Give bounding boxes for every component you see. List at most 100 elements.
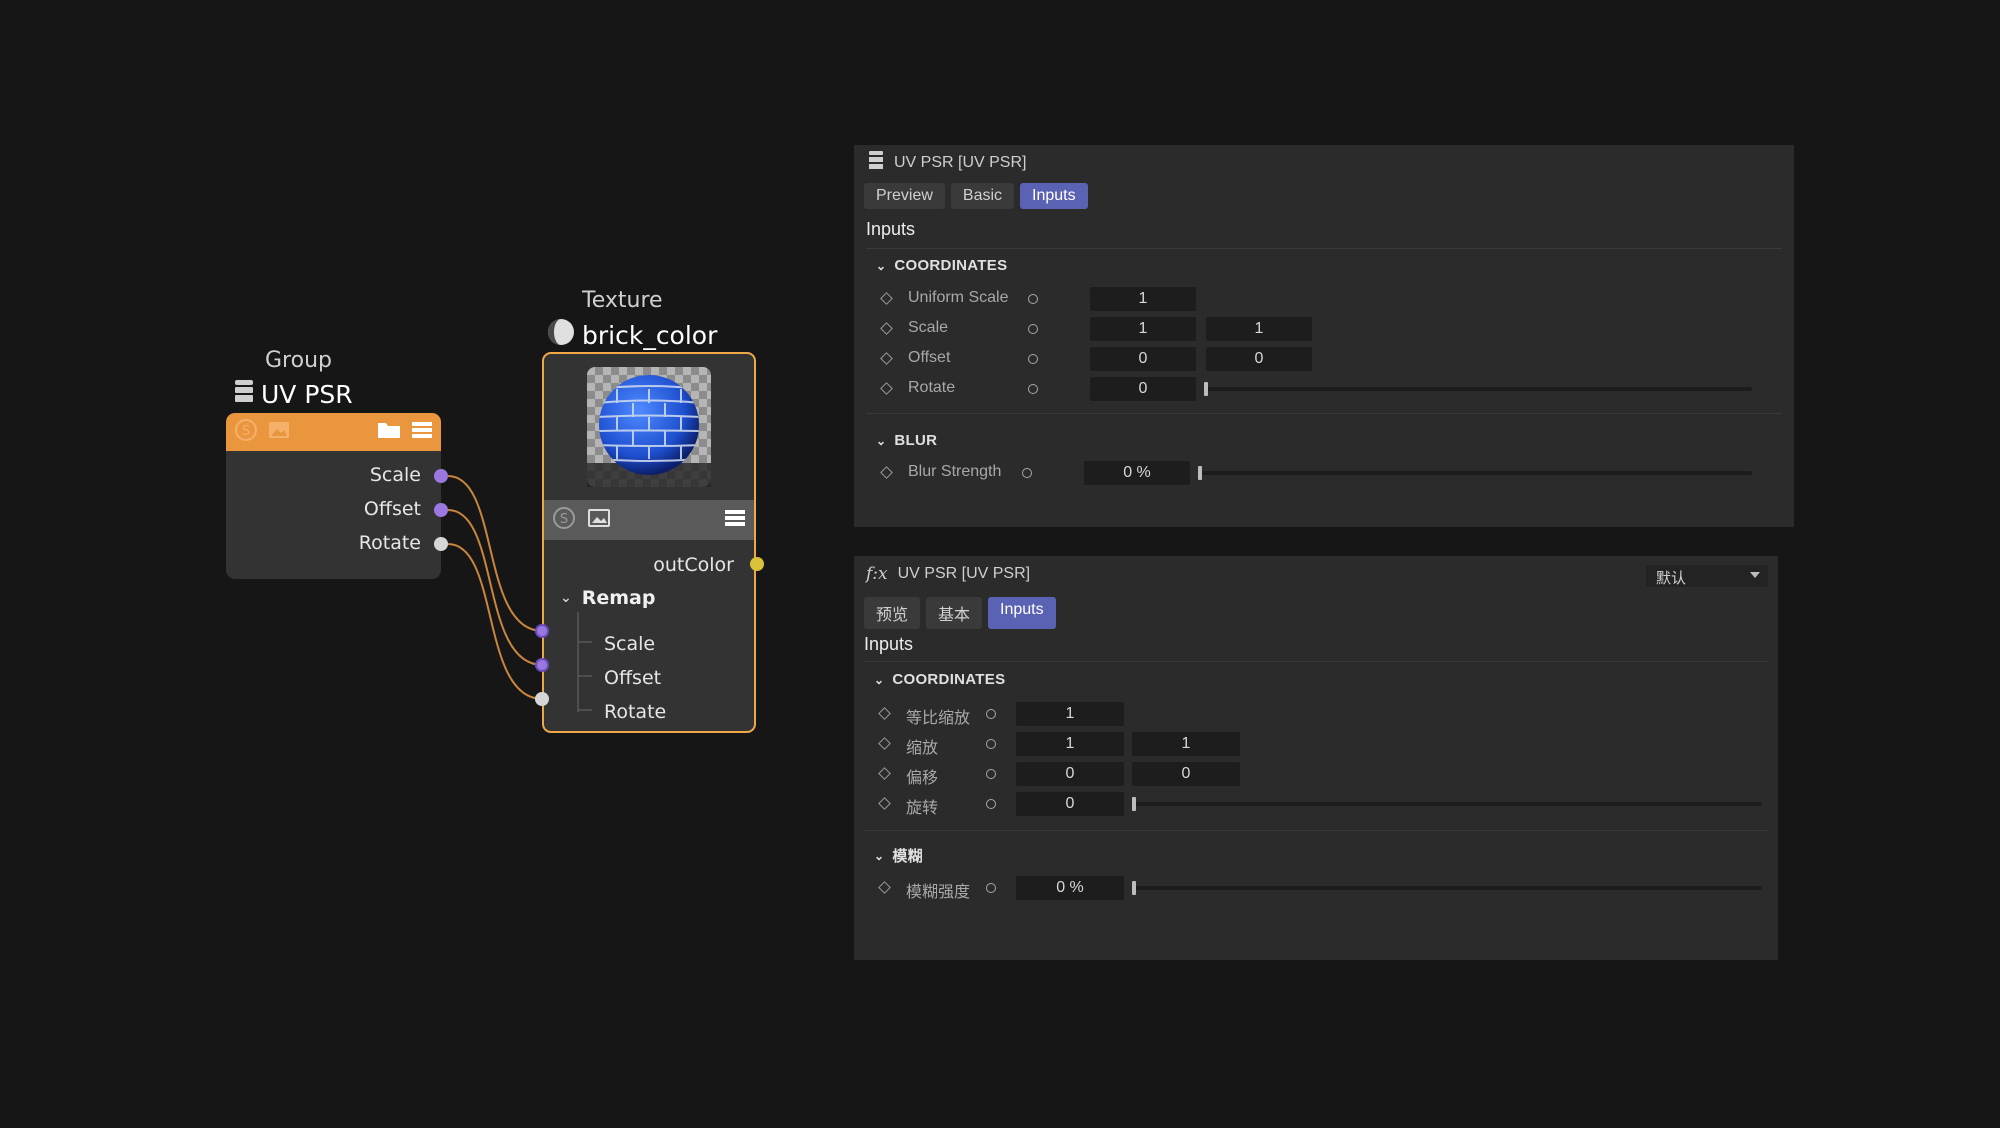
texture-node[interactable]: S outColor ⌄ Remap Scale Offset Rotate <box>542 352 756 733</box>
blur-strength-slider[interactable] <box>1198 471 1752 475</box>
keyframe-diamond-icon[interactable] <box>880 382 893 395</box>
animate-circle-icon[interactable] <box>1022 468 1032 478</box>
layers-icon <box>868 150 884 175</box>
offset-v-field[interactable]: 0 <box>1206 347 1312 371</box>
texture-port-offset[interactable] <box>535 658 549 672</box>
attribute-panel-cn: f:x UV PSR [UV PSR] 默认 预览 基本 Inputs Inpu… <box>854 556 1778 960</box>
rotate-slider[interactable] <box>1132 802 1762 806</box>
tab-inputs[interactable]: Inputs <box>988 597 1056 629</box>
s-badge-icon[interactable]: S <box>234 418 258 446</box>
uniform-scale-field[interactable]: 1 <box>1016 702 1124 726</box>
tab-basic[interactable]: Basic <box>950 183 1015 209</box>
material-sphere-icon <box>546 317 576 353</box>
animate-circle-icon[interactable] <box>986 883 996 893</box>
divider <box>864 661 1768 662</box>
remap-input-rotate: Rotate <box>604 701 667 723</box>
keyframe-diamond-icon[interactable] <box>878 797 891 810</box>
folder-icon[interactable] <box>377 420 401 444</box>
layers-icon <box>233 378 255 410</box>
panel-title: UV PSR [UV PSR] <box>868 150 1026 175</box>
panel-title: f:x UV PSR [UV PSR] <box>866 564 1030 584</box>
tab-inputs[interactable]: Inputs <box>1020 183 1088 209</box>
group-port-offset[interactable] <box>434 503 448 517</box>
menu-icon[interactable] <box>724 508 746 532</box>
tab-basic[interactable]: 基本 <box>926 597 983 629</box>
blur-strength-field[interactable]: 0 % <box>1084 461 1190 485</box>
blur-strength-slider[interactable] <box>1132 886 1762 890</box>
param-rotate: 旋转 0 <box>878 792 1770 818</box>
chevron-down-icon[interactable]: ⌄ <box>874 673 884 687</box>
keyframe-diamond-icon[interactable] <box>880 466 893 479</box>
param-label: Rotate <box>908 379 956 396</box>
group-node-caption: Group <box>265 348 332 373</box>
remap-section-label: Remap <box>581 587 656 609</box>
group-node-name: UV PSR <box>261 379 353 409</box>
blur-strength-field[interactable]: 0 % <box>1016 876 1124 900</box>
texture-node-title[interactable]: brick_color <box>546 317 717 353</box>
chevron-down-icon[interactable]: ⌄ <box>876 259 886 273</box>
keyframe-diamond-icon[interactable] <box>880 322 893 335</box>
rotate-field[interactable]: 0 <box>1016 792 1124 816</box>
texture-port-scale[interactable] <box>535 624 549 638</box>
preset-dropdown[interactable]: 默认 <box>1646 565 1768 587</box>
keyframe-diamond-icon[interactable] <box>878 881 891 894</box>
chevron-down-icon[interactable]: ⌄ <box>876 434 886 448</box>
keyframe-diamond-icon[interactable] <box>878 707 891 720</box>
animate-circle-icon[interactable] <box>1028 354 1038 364</box>
rotate-field[interactable]: 0 <box>1090 377 1196 401</box>
animate-circle-icon[interactable] <box>986 709 996 719</box>
chevron-down-icon[interactable]: ⌄ <box>560 590 572 606</box>
texture-port-outcolor[interactable] <box>750 557 764 571</box>
animate-circle-icon[interactable] <box>1028 384 1038 394</box>
param-label: 旋转 <box>906 800 939 817</box>
param-scale: 缩放 1 1 <box>878 732 1770 758</box>
scale-v-field[interactable]: 1 <box>1132 732 1240 756</box>
image-icon[interactable] <box>268 420 290 444</box>
keyframe-diamond-icon[interactable] <box>880 292 893 305</box>
chevron-down-icon[interactable]: ⌄ <box>874 849 884 863</box>
rotate-slider[interactable] <box>1204 387 1752 391</box>
brick-sphere-thumbnail <box>587 367 711 487</box>
group-node-header[interactable]: S <box>226 413 441 451</box>
blur-strength-slider-handle[interactable] <box>1132 881 1136 895</box>
panel-title-text: UV PSR [UV PSR] <box>894 153 1027 171</box>
menu-icon[interactable] <box>411 420 433 444</box>
group-node-title[interactable]: UV PSR <box>233 378 353 410</box>
animate-circle-icon[interactable] <box>986 799 996 809</box>
blur-group[interactable]: ⌄ 模糊 <box>874 845 923 866</box>
keyframe-diamond-icon[interactable] <box>878 737 891 750</box>
divider <box>864 830 1768 831</box>
panel-tabs: 预览 基本 Inputs <box>864 597 1056 629</box>
animate-circle-icon[interactable] <box>1028 294 1038 304</box>
blur-group[interactable]: ⌄ BLUR <box>876 432 937 449</box>
section-heading: Inputs <box>864 634 914 654</box>
scale-u-field[interactable]: 1 <box>1016 732 1124 756</box>
texture-port-rotate[interactable] <box>535 692 549 706</box>
param-offset: Offset 0 0 <box>880 347 1782 373</box>
offset-u-field[interactable]: 0 <box>1090 347 1196 371</box>
animate-circle-icon[interactable] <box>1028 324 1038 334</box>
group-node[interactable]: S Scale Offset Rotate <box>226 413 441 579</box>
group-port-scale[interactable] <box>434 469 448 483</box>
animate-circle-icon[interactable] <box>986 739 996 749</box>
coordinates-group[interactable]: ⌄ COORDINATES <box>874 671 1005 688</box>
image-icon[interactable] <box>588 508 610 532</box>
offset-v-field[interactable]: 0 <box>1132 762 1240 786</box>
rotate-slider-handle[interactable] <box>1204 382 1208 396</box>
s-badge-icon[interactable]: S <box>552 506 576 534</box>
uniform-scale-field[interactable]: 1 <box>1090 287 1196 311</box>
tab-preview[interactable]: Preview <box>864 183 945 209</box>
keyframe-diamond-icon[interactable] <box>878 767 891 780</box>
blur-strength-slider-handle[interactable] <box>1198 466 1202 480</box>
scale-v-field[interactable]: 1 <box>1206 317 1312 341</box>
scale-u-field[interactable]: 1 <box>1090 317 1196 341</box>
tab-preview[interactable]: 预览 <box>864 597 921 629</box>
rotate-slider-handle[interactable] <box>1132 797 1136 811</box>
coordinates-group[interactable]: ⌄ COORDINATES <box>876 257 1007 274</box>
keyframe-diamond-icon[interactable] <box>880 352 893 365</box>
group-port-rotate[interactable] <box>434 537 448 551</box>
offset-u-field[interactable]: 0 <box>1016 762 1124 786</box>
animate-circle-icon[interactable] <box>986 769 996 779</box>
texture-node-caption: Texture <box>582 288 663 313</box>
remap-section[interactable]: ⌄ Remap <box>560 587 655 609</box>
